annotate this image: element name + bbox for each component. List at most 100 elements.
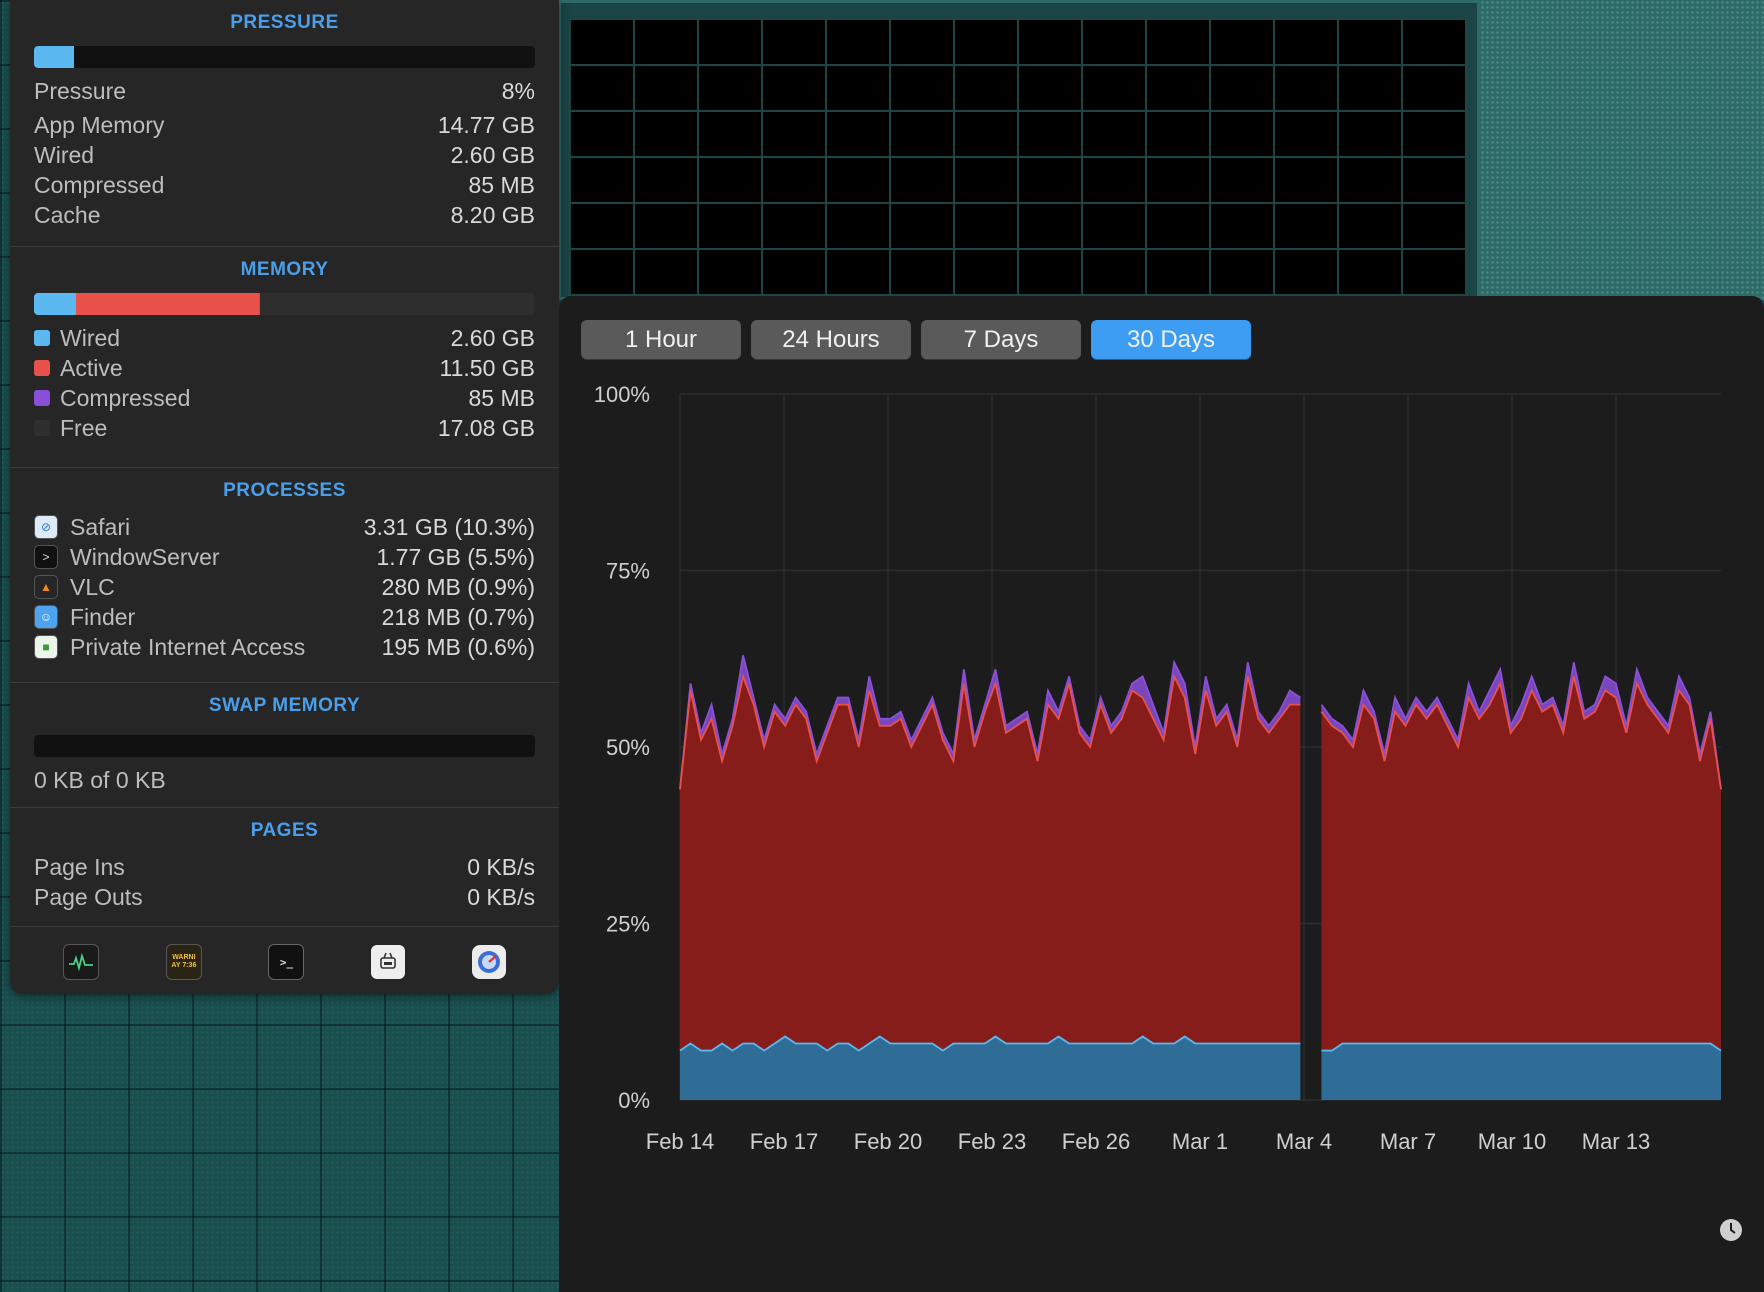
terminal-icon[interactable]: >_ (268, 944, 305, 980)
pressure-row-compressed-label: Compressed (34, 172, 164, 199)
process-row-label-text: Finder (70, 603, 136, 630)
vlc-cone-icon: ▲ (34, 575, 58, 599)
memory-row-compressed-label-text: Compressed (60, 384, 191, 411)
pressure-section: PRESSURE Pressure 8% App Memory 14.77 GB Wir… (10, 0, 559, 247)
memory-row-wired-label-text: Wired (60, 324, 121, 351)
disk-utility-icon[interactable] (471, 945, 506, 979)
swap-title: SWAP MEMORY (208, 695, 361, 716)
pages-row-page-outs-label: Page Outs (34, 884, 143, 911)
process-row-label-text: WindowServer (70, 543, 220, 570)
pressure-row-app-memory-label: App Memory (34, 112, 164, 139)
memory-row-free-label-text: Free (60, 414, 108, 441)
pressure-title: PRESSURE (230, 12, 339, 33)
pressure-bar-fill (34, 46, 75, 68)
x-tick-label: Feb 23 (958, 1129, 1027, 1154)
process-row-label-text: Private Internet Access (70, 633, 306, 660)
process-row-label: ⊘ Safari (34, 514, 130, 541)
pressure-row-compressed-label-text: Compressed (34, 171, 165, 198)
memory-title: MEMORY (240, 259, 329, 280)
y-tick-label: 25% (606, 912, 650, 937)
footer-toolbar: WARNI AY 7:36 >_ (10, 927, 559, 997)
pages-row-page-outs-label-text: Page Outs (34, 883, 143, 910)
process-row-label-text: Safari (70, 513, 131, 540)
memory-row-wired-label: Wired (34, 325, 120, 352)
pages-row-page-ins-label-text: Page Ins (34, 853, 125, 880)
memory-history-chart: 100% 75% 50% 25% 0% Feb 14 Feb 17 Feb 20 Feb 23 F… (594, 382, 1722, 1154)
system-info-icon[interactable] (371, 945, 406, 979)
clock-icon[interactable] (1719, 1218, 1743, 1242)
memory-bar-active (75, 293, 259, 315)
pressure-row-pressure-label-text: Pressure (34, 77, 127, 104)
finder-icon: ☺ (34, 605, 58, 629)
process-row: ■ Private Internet Access 195 MB (0.6%) (34, 632, 535, 662)
memory-row-wired-value: 2.60 GB (450, 324, 535, 351)
swap-text: 0 KB of 0 KB (34, 765, 535, 795)
pressure-row-cache: Cache 8.20 GB (34, 200, 535, 230)
memory-row-compressed: Compressed 85 MB (34, 383, 535, 413)
legend-swatch-wired (34, 330, 50, 346)
memory-row-wired: Wired 2.60 GB (34, 323, 535, 353)
legend-swatch-compressed (34, 390, 50, 406)
memory-bar-free (260, 293, 535, 315)
x-tick-label: Mar 4 (1276, 1129, 1332, 1154)
processes-section: PROCESSES ⊘ Safari 3.31 GB (10.3%) > WindowS… (10, 468, 559, 683)
safari-icon: ⊘ (34, 515, 58, 539)
pages-row-page-outs-value: 0 KB/s (467, 883, 535, 910)
memory-row-free: Free 17.08 GB (34, 413, 535, 443)
process-row-value: 195 MB (0.6%) (381, 633, 535, 660)
y-tick-label: 100% (594, 382, 650, 407)
x-tick-label: Mar 13 (1582, 1129, 1650, 1154)
memory-row-compressed-value: 85 MB (468, 384, 535, 411)
memory-row-compressed-label: Compressed (34, 385, 190, 412)
process-row-value: 3.31 GB (10.3%) (363, 513, 535, 540)
pressure-row-compressed-value: 85 MB (468, 171, 535, 198)
x-tick-label: Mar 1 (1172, 1129, 1228, 1154)
pressure-row-wired-label-text: Wired (34, 141, 95, 168)
background-monitor-window (558, 0, 1480, 300)
memory-bar-wired (34, 293, 76, 315)
pages-section: PAGES Page Ins 0 KB/s Page Outs 0 KB/s (10, 808, 559, 927)
memory-row-free-label: Free (34, 415, 107, 442)
memory-row-active-label: Active (34, 355, 123, 382)
process-row: ☺ Finder 218 MB (0.7%) (34, 602, 535, 632)
process-row: ▲ VLC 280 MB (0.9%) (34, 572, 535, 602)
swap-section: SWAP MEMORY 0 KB of 0 KB (10, 683, 559, 808)
x-tick-label: Mar 10 (1478, 1129, 1546, 1154)
memory-row-active-label-text: Active (60, 354, 123, 381)
lock-icon: ■ (34, 635, 58, 659)
pages-row-page-outs: Page Outs 0 KB/s (34, 882, 535, 912)
memory-row-free-value: 17.08 GB (437, 414, 535, 441)
legend-swatch-active (34, 360, 50, 376)
wired-area (680, 1036, 1721, 1100)
x-tick-label: Feb 20 (854, 1129, 923, 1154)
swap-bar (34, 735, 535, 757)
process-row-value: 1.77 GB (5.5%) (376, 543, 535, 570)
memory-stats-panel: PRESSURE Pressure 8% App Memory 14.77 GB Wir… (10, 0, 559, 994)
y-tick-label: 75% (606, 559, 650, 584)
pressure-row-wired: Wired 2.60 GB (34, 140, 535, 170)
memory-bar (34, 293, 535, 315)
swap-text-value: 0 KB of 0 KB (34, 766, 166, 793)
process-row: > WindowServer 1.77 GB (5.5%) (34, 542, 535, 572)
pressure-row-pressure-value: 8% (501, 77, 535, 104)
pressure-row-compressed: Compressed 85 MB (34, 170, 535, 200)
memory-history-window: 1 Hour 24 Hours 7 Days 30 Days 100% 75% 50% 25… (559, 296, 1764, 1292)
pressure-row-cache-value: 8.20 GB (450, 201, 535, 228)
pressure-row-cache-label: Cache (34, 202, 100, 229)
terminal-icon: > (34, 545, 58, 569)
y-tick-label: 50% (606, 735, 650, 760)
pages-row-page-ins-label: Page Ins (34, 854, 125, 881)
memory-row-active-value: 11.50 GB (439, 354, 535, 381)
pages-row-page-ins-value: 0 KB/s (467, 853, 535, 880)
activity-monitor-icon[interactable] (63, 944, 100, 980)
process-row-label: ▲ VLC (34, 574, 115, 601)
pressure-row-cache-label-text: Cache (34, 201, 101, 228)
active-area (680, 676, 1721, 1051)
process-row-label: ☺ Finder (34, 604, 135, 631)
pressure-row-pressure-label: Pressure (34, 78, 126, 105)
x-tick-label: Mar 7 (1380, 1129, 1436, 1154)
legend-swatch-free (34, 420, 50, 436)
memory-row-active: Active 11.50 GB (34, 353, 535, 383)
console-icon[interactable]: WARNI AY 7:36 (165, 944, 202, 980)
pages-title: PAGES (250, 820, 319, 841)
